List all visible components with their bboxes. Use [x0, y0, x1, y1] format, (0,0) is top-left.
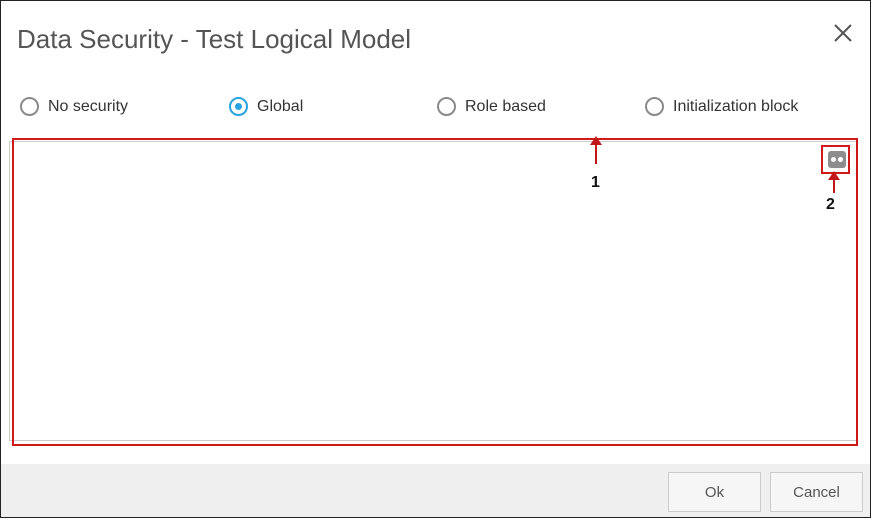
annotation-box-1: [12, 138, 858, 446]
close-icon[interactable]: [830, 20, 856, 46]
radio-global[interactable]: Global: [229, 97, 303, 116]
annotation-label-1: 1: [591, 174, 600, 191]
dialog-title: Data Security - Test Logical Model: [17, 24, 412, 54]
annotation-label-2: 2: [826, 196, 835, 213]
radio-no-security[interactable]: No security: [20, 97, 128, 116]
annotation-arrow-2: [828, 171, 840, 193]
radio-icon: [645, 97, 664, 116]
radio-label: Global: [257, 97, 304, 115]
annotation-box-2: [821, 145, 850, 174]
security-options: No security Global Role based Initializa…: [0, 97, 871, 121]
radio-role-based[interactable]: Role based: [437, 97, 546, 116]
radio-label: Initialization block: [673, 97, 799, 115]
radio-icon: [20, 97, 39, 116]
annotation-arrow-1: [590, 136, 602, 164]
cancel-button[interactable]: Cancel: [770, 472, 863, 512]
radio-label: Role based: [465, 97, 546, 115]
radio-label: No security: [48, 97, 129, 115]
radio-icon: [437, 97, 456, 116]
radio-initialization-block[interactable]: Initialization block: [645, 97, 798, 116]
radio-selected-icon: [229, 97, 248, 116]
ok-button[interactable]: Ok: [668, 472, 761, 512]
